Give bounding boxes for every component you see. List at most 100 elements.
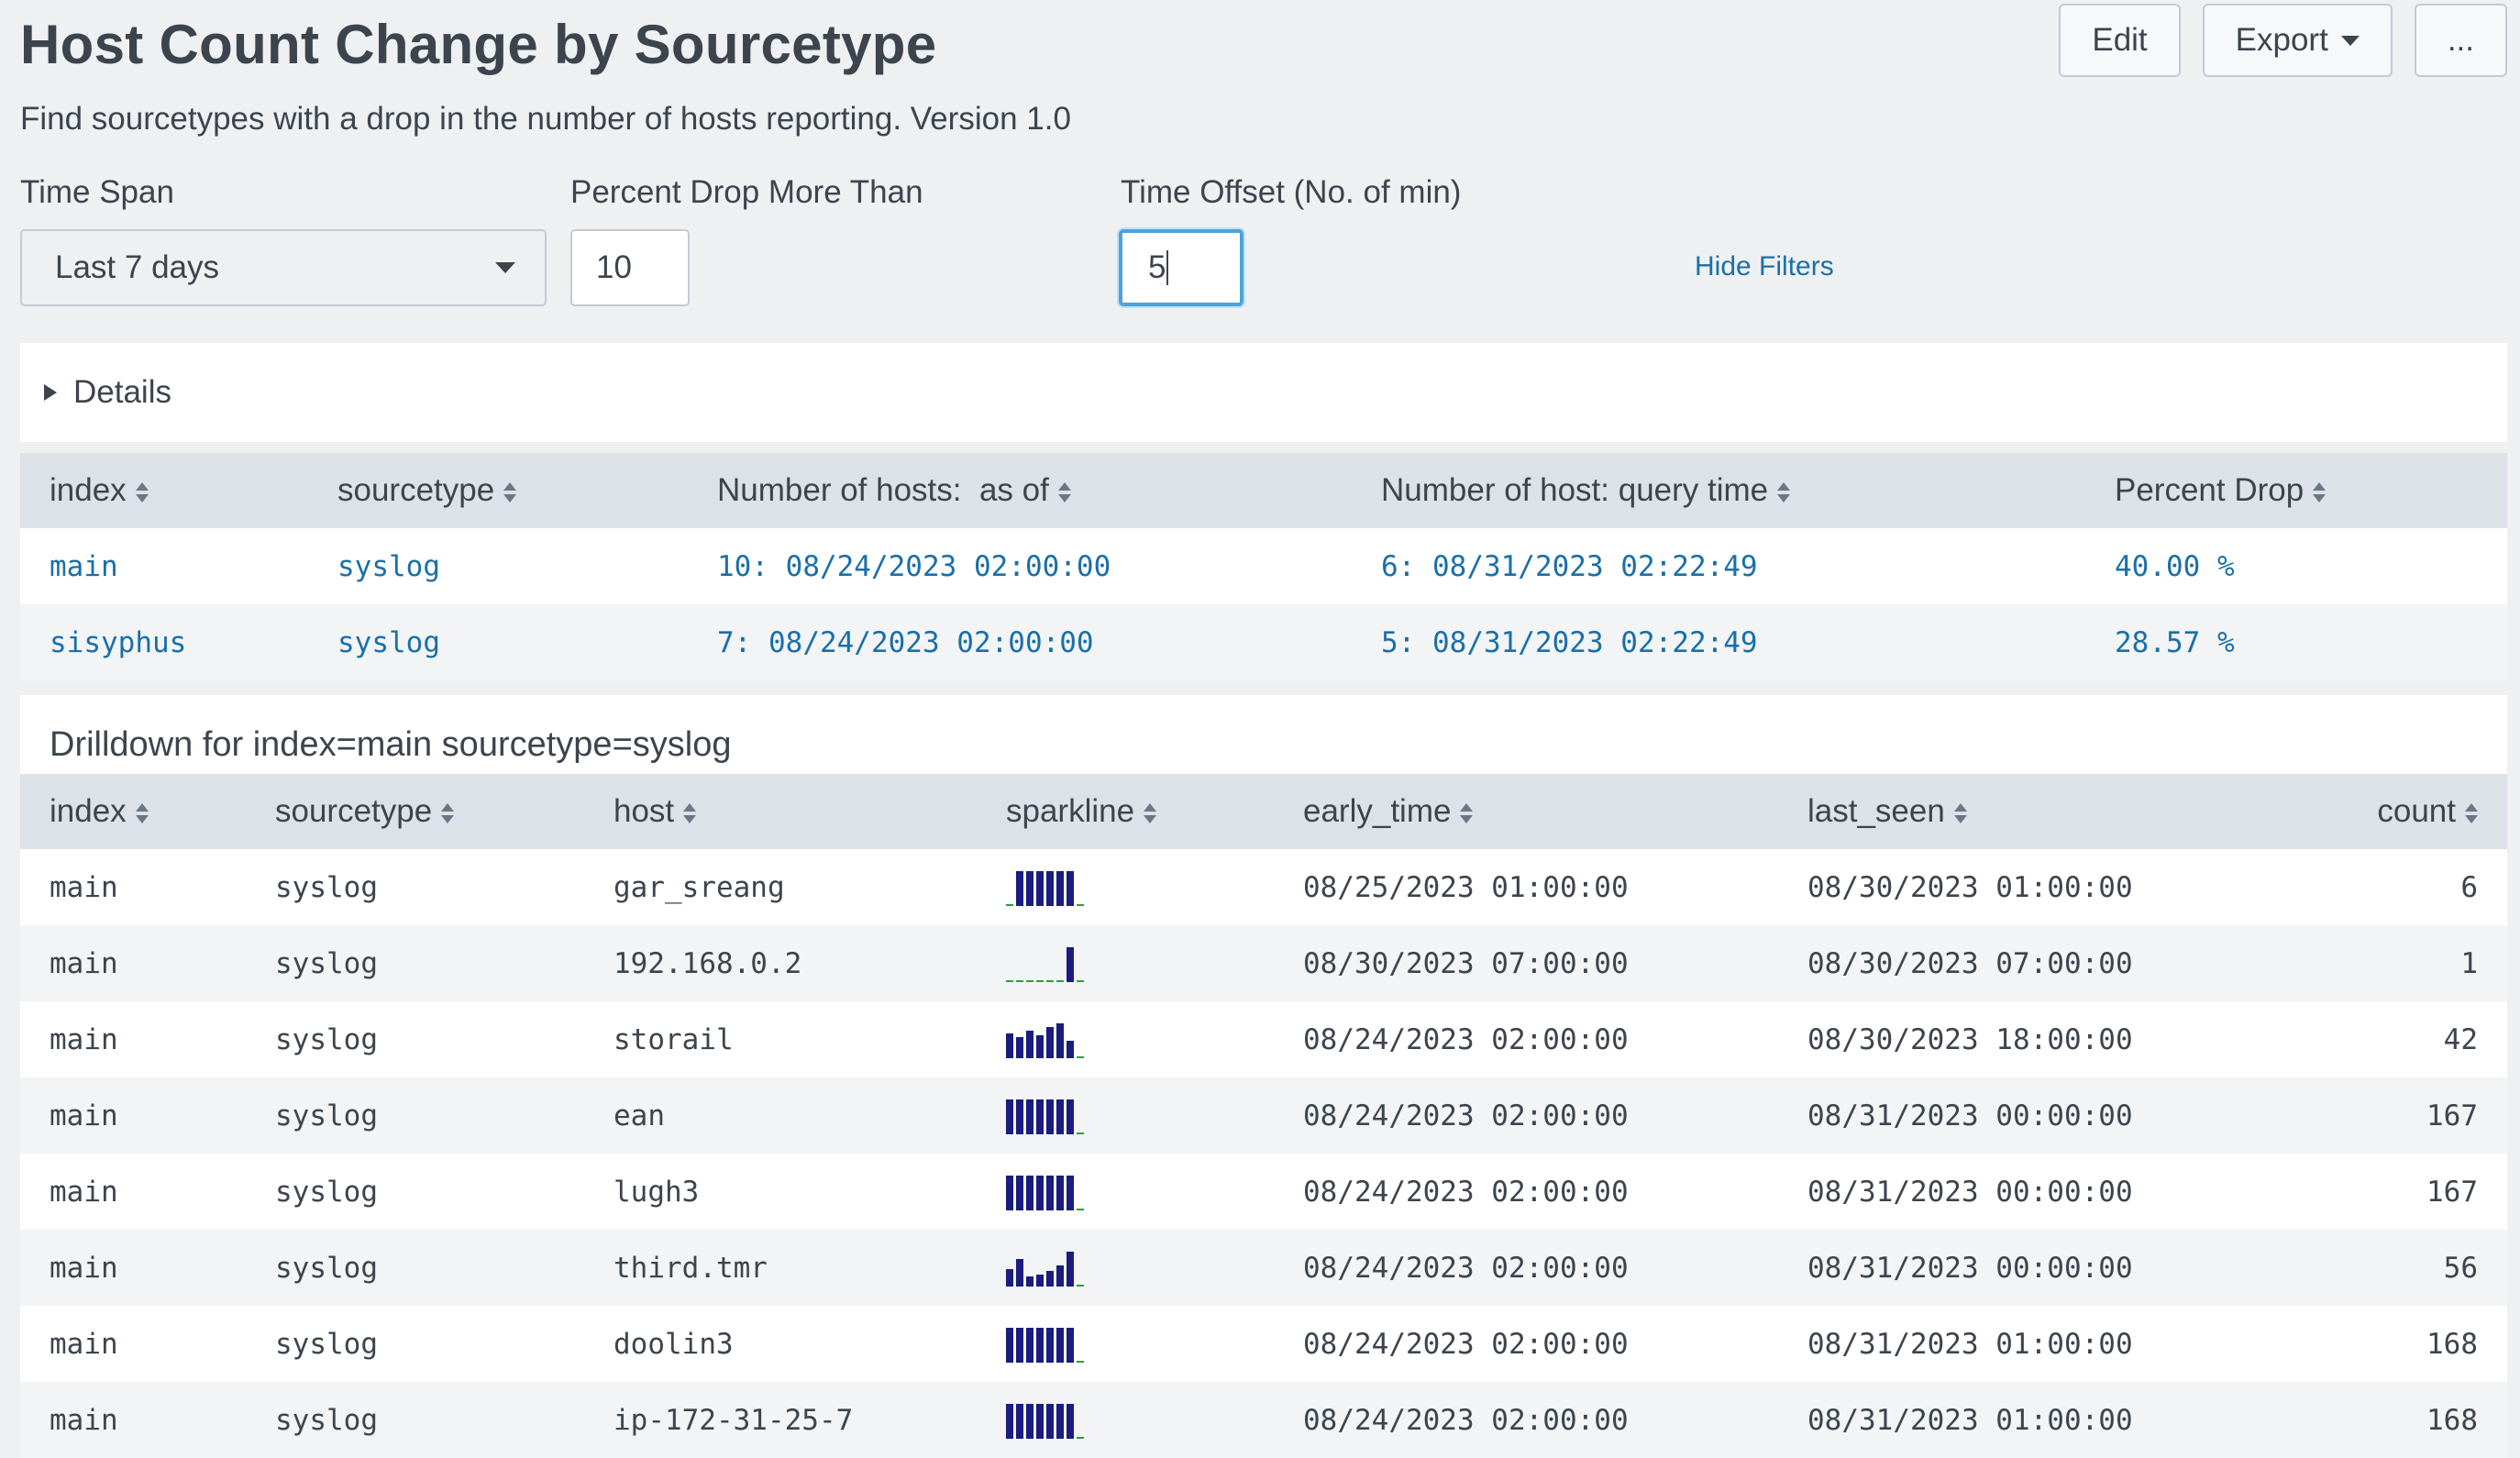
- sparkline-zero-mark: [1077, 1055, 1084, 1058]
- sparkline-zero-mark: [1036, 979, 1044, 982]
- sparkline-bar: [1026, 1276, 1033, 1287]
- sort-icon: [683, 802, 697, 824]
- table-cell: gar_sreang: [613, 870, 785, 904]
- more-actions-button[interactable]: ...: [2414, 4, 2507, 77]
- sparkline-zero-mark: [1077, 1436, 1084, 1439]
- drilldown-panel: Drilldown for index=main sourcetype=sysl…: [20, 695, 2507, 1458]
- table-row[interactable]: main syslog third.tmr 08/24/2023 02:00:00 08…: [20, 1230, 2507, 1306]
- sparkline-bar: [1046, 1175, 1054, 1210]
- table-cell: doolin3: [613, 1327, 734, 1361]
- time-offset-input[interactable]: 5: [1119, 229, 1243, 306]
- sparkline-zero-mark: [1046, 979, 1054, 982]
- column-header-sparkline[interactable]: sparkline: [977, 774, 1274, 849]
- details-toggle[interactable]: Details: [20, 343, 2507, 442]
- column-header-early-time[interactable]: early_time: [1274, 774, 1778, 849]
- edit-button-label: Edit: [2092, 22, 2148, 58]
- sparkline-cell: [977, 1306, 1274, 1382]
- sparkline-bar: [1056, 1022, 1064, 1058]
- table-cell: 08/24/2023 02:00:00: [1274, 1382, 1778, 1458]
- table-cell-link[interactable]: syslog: [308, 528, 688, 604]
- table-cell: 08/30/2023 18:00:00: [1807, 1022, 2133, 1056]
- sparkline-bar: [1067, 1099, 1074, 1134]
- table-row[interactable]: main syslog 10: 08/24/2023 02:00:00 6: 0…: [20, 528, 2507, 604]
- table-cell: syslog: [275, 870, 378, 904]
- sort-icon: [441, 802, 455, 824]
- sparkline-zero-mark: [1056, 979, 1064, 982]
- sparkline-bar: [1067, 1251, 1074, 1287]
- table-row[interactable]: sisyphus syslog 7: 08/24/2023 02:00:00 5…: [20, 604, 2507, 680]
- column-header-host[interactable]: host: [584, 774, 977, 849]
- table-cell-link[interactable]: 6: 08/31/2023 02:22:49: [1352, 528, 2085, 604]
- table-cell-link[interactable]: 28.57 %: [2085, 604, 2507, 680]
- column-header-sourcetype[interactable]: sourcetype: [246, 774, 584, 849]
- sparkline-bar: [1056, 1265, 1064, 1287]
- column-header-index[interactable]: index: [20, 453, 308, 528]
- sparkline-bar: [1056, 1327, 1064, 1363]
- sort-icon: [1460, 802, 1474, 824]
- table-cell: syslog: [246, 1230, 584, 1306]
- column-header-label: index: [50, 793, 127, 829]
- sparkline-cell: [977, 1230, 1274, 1306]
- sort-icon: [1057, 481, 1071, 503]
- table-cell-link[interactable]: 7: 08/24/2023 02:00:00: [688, 604, 1352, 680]
- table-cell-link[interactable]: sisyphus: [20, 604, 308, 680]
- count-cell: 42: [2443, 1022, 2478, 1056]
- table-cell: 08/30/2023 07:00:00: [1274, 925, 1778, 1001]
- edit-button[interactable]: Edit: [2059, 4, 2181, 77]
- table-cell: syslog: [246, 925, 584, 1001]
- sparkline-zero-mark: [1026, 979, 1033, 982]
- sparkline-bar: [1046, 1403, 1054, 1439]
- sparkline-bar: [1016, 1175, 1023, 1210]
- hide-filters-link[interactable]: Hide Filters: [1695, 251, 1834, 282]
- table-cell: main: [20, 1382, 246, 1458]
- table-cell: 08/25/2023 01:00:00: [1303, 870, 1629, 904]
- sparkline-cell: [977, 1077, 1274, 1154]
- drilldown-table: index sourcetype host sparkline early_time la…: [20, 774, 2507, 1458]
- export-button[interactable]: Export: [2202, 4, 2393, 77]
- column-header-last-seen[interactable]: last_seen: [1778, 774, 2292, 849]
- time-span-select[interactable]: Last 7 days: [20, 229, 547, 306]
- table-row[interactable]: main syslog ip-172-31-25-7 08/24/2023 02:00…: [20, 1382, 2507, 1458]
- sparkline-bar: [1006, 1403, 1013, 1439]
- column-header-label: early_time: [1303, 793, 1452, 829]
- count-cell: 1: [2292, 925, 2507, 1001]
- column-header-index[interactable]: index: [20, 774, 246, 849]
- table-cell: 08/31/2023 00:00:00: [1778, 1230, 2292, 1306]
- table-cell-link[interactable]: 40.00 %: [2085, 528, 2507, 604]
- table-row[interactable]: main syslog doolin3 08/24/2023 02:00:00 08/3…: [20, 1306, 2507, 1382]
- table-row[interactable]: main syslog 192.168.0.2 08/30/2023 07:00:00…: [20, 925, 2507, 1001]
- table-cell-link[interactable]: syslog: [308, 604, 688, 680]
- table-cell: main: [50, 1022, 118, 1056]
- column-header-label: sparkline: [1006, 793, 1135, 829]
- table-cell-link[interactable]: 5: 08/31/2023 02:22:49: [1352, 604, 2085, 680]
- table-cell: 08/24/2023 02:00:00: [1303, 1175, 1629, 1209]
- table-cell: storail: [613, 1022, 734, 1056]
- table-cell: 08/30/2023 07:00:00: [1778, 925, 2292, 1001]
- percent-drop-label: Percent Drop More Than: [570, 174, 923, 210]
- table-cell: 192.168.0.2: [584, 925, 977, 1001]
- sparkline-bar: [1026, 1327, 1033, 1363]
- table-row[interactable]: main syslog ean 08/24/2023 02:00:00 08/31/20…: [20, 1077, 2507, 1154]
- table-row[interactable]: main syslog storail 08/24/2023 02:00:00 08/3…: [20, 1001, 2507, 1077]
- column-header-hosts-as-of[interactable]: Number of hosts: as of: [688, 453, 1352, 528]
- sparkline-cell: [977, 1001, 1274, 1077]
- table-row[interactable]: main syslog gar_sreang 08/25/2023 01:00:00 0…: [20, 849, 2507, 925]
- sparkline-bar: [1067, 1403, 1074, 1439]
- column-header-percent-drop[interactable]: Percent Drop: [2085, 453, 2507, 528]
- table-cell: main: [50, 1175, 118, 1209]
- percent-drop-input[interactable]: 10: [570, 229, 690, 306]
- sparkline-bar: [1016, 1258, 1023, 1287]
- table-cell: 08/31/2023 00:00:00: [1807, 1175, 2133, 1209]
- sparkline-bar: [1046, 1270, 1054, 1287]
- column-header-hosts-query-time[interactable]: Number of host: query time: [1352, 453, 2085, 528]
- column-header-count[interactable]: count: [2292, 774, 2507, 849]
- sort-icon: [135, 481, 149, 503]
- table-cell: syslog: [246, 1382, 584, 1458]
- table-cell-link[interactable]: 10: 08/24/2023 02:00:00: [688, 528, 1352, 604]
- sparkline-bar: [1067, 946, 1074, 982]
- table-row[interactable]: main syslog lugh3 08/24/2023 02:00:00 08/31/…: [20, 1154, 2507, 1230]
- table-cell: 08/24/2023 02:00:00: [1274, 1077, 1778, 1154]
- page-title: Host Count Change by Sourcetype: [20, 14, 937, 75]
- column-header-sourcetype[interactable]: sourcetype: [308, 453, 688, 528]
- table-cell-link[interactable]: main: [20, 528, 308, 604]
